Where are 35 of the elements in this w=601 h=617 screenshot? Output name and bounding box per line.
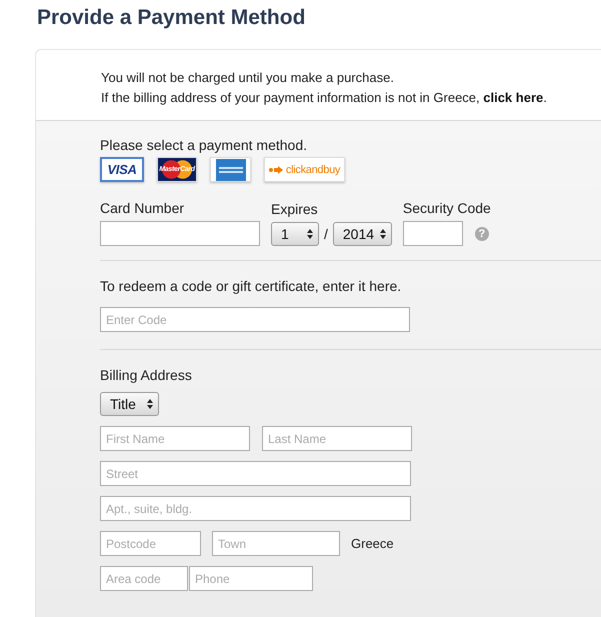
phone-field[interactable]: Phone	[189, 566, 313, 591]
billing-address-heading: Billing Address	[100, 367, 193, 383]
visa-logo-text: VISA	[107, 162, 137, 177]
amex-option[interactable]	[210, 157, 251, 182]
date-separator: /	[324, 226, 328, 242]
address-field[interactable]: Last Name	[262, 426, 412, 451]
notice-text: You will not be charged until you make a purchase.	[101, 69, 395, 87]
address-field[interactable]: Apt., suite, bldg.	[100, 496, 411, 521]
card-number-label: Card Number	[100, 200, 186, 216]
stepper-arrows-icon	[307, 229, 313, 239]
stepper-arrows-icon	[380, 229, 386, 239]
click-here-link[interactable]: click here	[483, 90, 544, 105]
clickandbuy-logo-text: clickandbuy	[286, 164, 340, 176]
postcode-field[interactable]: Postcode	[100, 531, 201, 556]
town-field[interactable]: Town	[212, 531, 340, 556]
redeem-prompt: To redeem a code or gift certificate, enter it here.	[100, 278, 402, 294]
billing-notice-text: If the billing address of your payment information is not in Greece, click here.	[101, 89, 548, 107]
stepper-arrows-icon	[147, 399, 153, 409]
address-field[interactable]: Street	[100, 461, 411, 486]
address-field[interactable]: First Name	[100, 426, 250, 451]
security-code-label: Security Code	[402, 200, 491, 216]
page-title: Provide a Payment Method	[36, 5, 306, 31]
payment-method-prompt: Please select a payment method.	[100, 137, 308, 153]
arrow-icon	[268, 166, 283, 174]
expires-label: Expires	[271, 201, 319, 217]
title-select[interactable]: Title	[100, 392, 159, 416]
month-select[interactable]: 1	[271, 222, 319, 246]
redeem-code-field[interactable]: Enter Code	[100, 307, 410, 332]
security-code-field[interactable]	[402, 221, 463, 246]
year-select[interactable]: 2014	[332, 222, 392, 246]
amex-logo-icon	[216, 158, 246, 180]
country-text: Greece	[351, 536, 394, 551]
card-number-field[interactable]	[100, 221, 260, 246]
visa-option[interactable]: VISA	[100, 157, 144, 182]
area-code-field[interactable]: Area code	[100, 566, 188, 591]
